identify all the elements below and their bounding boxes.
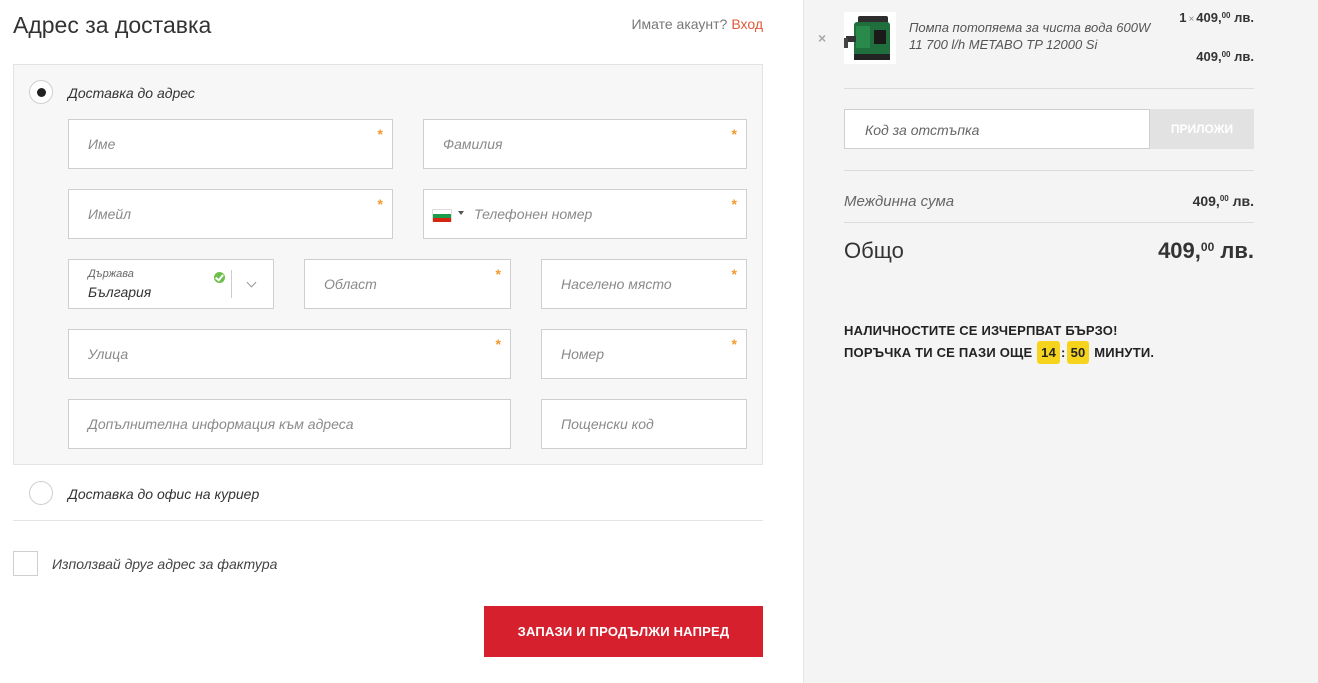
number-placeholder: Номер — [561, 346, 605, 362]
subtotal-main: 409, — [1192, 193, 1220, 209]
currency: лв. — [1234, 10, 1254, 25]
coupon-placeholder: Код за отстъпка — [865, 122, 980, 138]
bulgaria-flag-icon[interactable] — [432, 209, 452, 222]
line-total-cents: 00 — [1221, 50, 1231, 59]
login-link[interactable]: Вход — [731, 16, 763, 32]
product-thumbnail[interactable] — [844, 12, 896, 64]
street-placeholder: Улица — [88, 346, 129, 362]
save-continue-button[interactable]: ЗАПАЗИ И ПРОДЪЛЖИ НАПРЕД — [484, 606, 763, 657]
subtotal-value: 409,00 лв. — [1193, 193, 1254, 209]
radio-delivery-office-label[interactable]: Доставка до офис на куриер — [68, 486, 259, 502]
select-separator — [231, 270, 232, 298]
urgency-line-1: НАЛИЧНОСТИТЕ СЕ ИЗЧЕРПВАТ БЪРЗО! — [844, 323, 1118, 338]
last-name-field[interactable]: Фамилия * — [423, 119, 747, 169]
first-name-field[interactable]: Име * — [68, 119, 393, 169]
required-mark: * — [731, 196, 737, 212]
country-value: България — [88, 284, 152, 300]
currency: лв. — [1232, 193, 1254, 209]
divider — [844, 222, 1254, 223]
required-mark: * — [731, 126, 737, 142]
number-field[interactable]: Номер * — [541, 329, 747, 379]
subtotal-label: Междинна сума — [844, 193, 955, 210]
divider — [844, 88, 1254, 89]
apply-coupon-button[interactable]: ПРИЛОЖИ — [1150, 109, 1254, 149]
region-field[interactable]: Област * — [304, 259, 511, 309]
first-name-placeholder: Име — [88, 136, 116, 152]
required-mark: * — [377, 126, 383, 142]
country-label: Държава — [88, 268, 134, 280]
unit-price: 409, — [1196, 10, 1222, 25]
required-mark: * — [495, 336, 501, 352]
account-prompt: Имате акаунт? Вход — [631, 16, 763, 32]
required-mark: * — [377, 196, 383, 212]
timer-seconds: 50 — [1066, 341, 1090, 364]
currency: лв. — [1234, 49, 1254, 64]
billing-address-checkbox[interactable] — [13, 551, 38, 576]
city-field[interactable]: Населено място * — [541, 259, 747, 309]
postcode-placeholder: Пощенски код — [561, 416, 654, 432]
caret-down-icon[interactable] — [458, 211, 464, 215]
checkout-page: Адрес за доставка Имате акаунт? Вход Дост… — [0, 0, 1318, 683]
postcode-field[interactable]: Пощенски код — [541, 399, 747, 449]
order-summary: × Помпа потопяема за чиста вода 600W 11 … — [803, 0, 1318, 683]
currency: лв. — [1220, 238, 1254, 263]
shipping-section: Адрес за доставка Имате акаунт? Вход Дост… — [13, 0, 763, 683]
divider — [844, 170, 1254, 171]
city-placeholder: Населено място — [561, 276, 672, 292]
urgency-line-2: ПОРЪЧКА ТИ СЕ ПАЗИ ОЩЕ 14:50 МИНУТИ. — [844, 341, 1154, 364]
total-label: Общо — [844, 238, 904, 263]
required-mark: * — [495, 266, 501, 282]
email-placeholder: Имейл — [88, 206, 132, 222]
subtotal-cents: 00 — [1219, 194, 1229, 203]
check-icon — [214, 272, 225, 283]
required-mark: * — [731, 266, 737, 282]
radio-delivery-office[interactable] — [29, 481, 53, 505]
total-value: 409,00 лв. — [1158, 238, 1254, 264]
chevron-down-icon[interactable] — [246, 277, 257, 288]
radio-delivery-address[interactable] — [29, 80, 53, 104]
quantity: 1 — [1179, 10, 1187, 25]
billing-address-label[interactable]: Използвай друг адрес за фактура — [52, 556, 277, 572]
urgency-suffix: МИНУТИ. — [1094, 345, 1155, 360]
address-extra-field[interactable]: Допълнителна информация към адреса — [68, 399, 511, 449]
page-title: Адрес за доставка — [13, 12, 212, 38]
street-field[interactable]: Улица * — [68, 329, 511, 379]
address-form-box: Доставка до адрес Име * Фамилия * Имейл … — [13, 64, 763, 465]
region-placeholder: Област — [324, 276, 377, 292]
timer-minutes: 14 — [1037, 341, 1061, 364]
remove-icon[interactable]: × — [818, 30, 826, 46]
last-name-placeholder: Фамилия — [443, 136, 503, 152]
line-total-value: 409, — [1196, 49, 1222, 64]
divider — [13, 520, 763, 521]
required-mark: * — [731, 336, 737, 352]
product-name[interactable]: Помпа потопяема за чиста вода 600W 11 70… — [909, 19, 1164, 53]
address-extra-placeholder: Допълнителна информация към адреса — [88, 416, 354, 432]
coupon-input[interactable]: Код за отстъпка — [844, 109, 1150, 149]
phone-placeholder: Телефонен номер — [474, 206, 593, 222]
times-sign: × — [1188, 14, 1195, 25]
timer-separator: : — [1061, 345, 1066, 360]
phone-field[interactable]: Телефонен номер * — [423, 189, 747, 239]
email-field[interactable]: Имейл * — [68, 189, 393, 239]
account-prompt-text: Имате акаунт? — [631, 16, 728, 32]
radio-delivery-address-label[interactable]: Доставка до адрес — [68, 85, 195, 101]
urgency-message: НАЛИЧНОСТИТЕ СЕ ИЗЧЕРПВАТ БЪРЗО! ПОРЪЧКА… — [844, 320, 1154, 364]
quantity-price: 1 × 409,00 лв. — [1179, 10, 1254, 25]
total-cents: 00 — [1200, 240, 1215, 254]
country-select[interactable]: Държава България — [68, 259, 274, 309]
unit-price-cents: 00 — [1221, 11, 1231, 20]
urgency-prefix: ПОРЪЧКА ТИ СЕ ПАЗИ ОЩЕ — [844, 345, 1033, 360]
line-total: 409,00 лв. — [1196, 49, 1254, 64]
total-main: 409, — [1158, 238, 1201, 263]
